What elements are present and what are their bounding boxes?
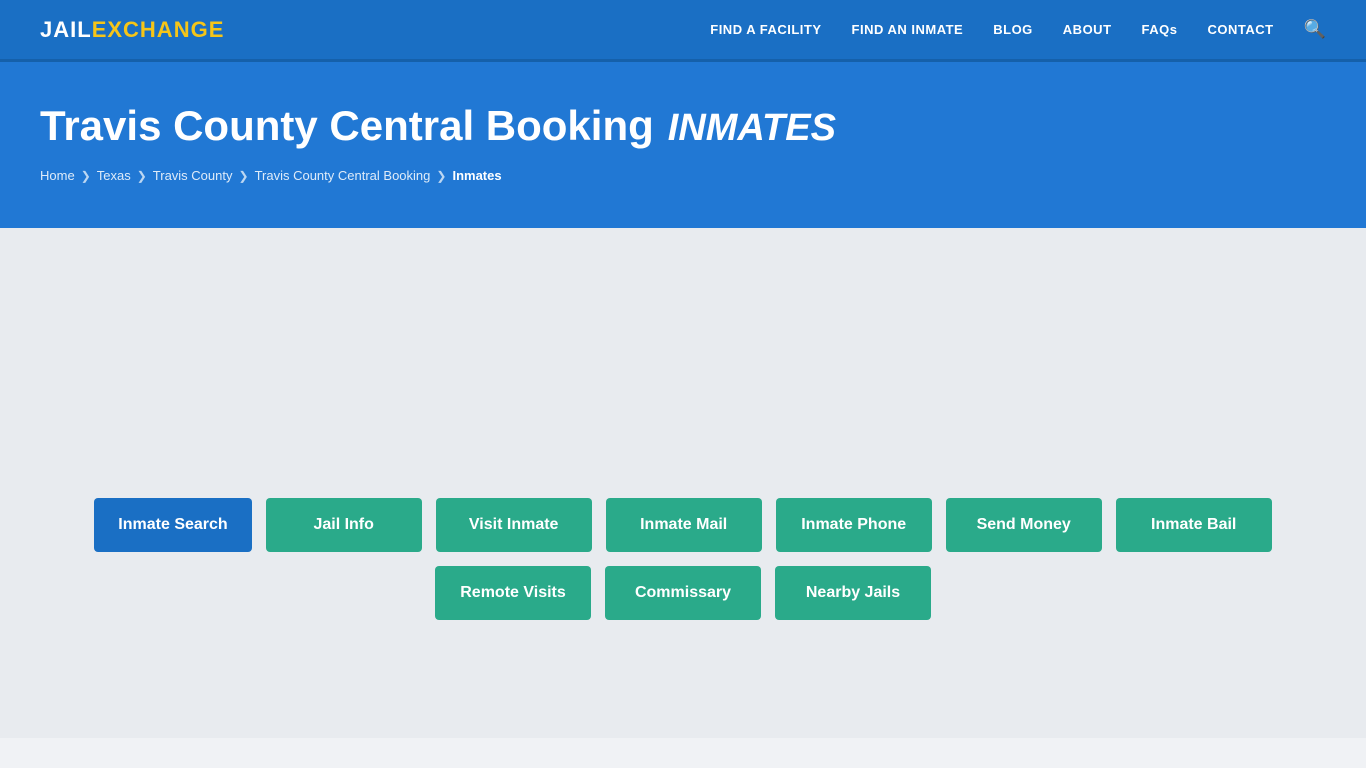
breadcrumb-current: Inmates <box>452 168 501 183</box>
main-content: Inmate Search Jail Info Visit Inmate Inm… <box>0 228 1366 738</box>
tab-inmate-bail[interactable]: Inmate Bail <box>1116 498 1272 552</box>
nav-find-facility[interactable]: FIND A FACILITY <box>710 22 821 37</box>
tab-inmate-mail[interactable]: Inmate Mail <box>606 498 762 552</box>
page-title: Travis County Central Booking INMATES <box>40 102 1326 150</box>
site-header: JAIL EXCHANGE FIND A FACILITY FIND AN IN… <box>0 0 1366 62</box>
breadcrumb-sep-2: ❯ <box>137 169 147 183</box>
page-title-main: Travis County Central Booking <box>40 102 654 150</box>
breadcrumb-sep-4: ❯ <box>436 169 446 183</box>
breadcrumb-travis-county[interactable]: Travis County <box>153 168 233 183</box>
breadcrumb-texas[interactable]: Texas <box>97 168 131 183</box>
search-icon[interactable]: 🔍 <box>1304 19 1326 40</box>
breadcrumb: Home ❯ Texas ❯ Travis County ❯ Travis Co… <box>40 168 1326 183</box>
nav-find-inmate[interactable]: FIND AN INMATE <box>852 22 964 37</box>
tab-commissary[interactable]: Commissary <box>605 566 761 620</box>
site-logo[interactable]: JAIL EXCHANGE <box>40 17 224 43</box>
tab-inmate-search[interactable]: Inmate Search <box>94 498 251 552</box>
nav-contact[interactable]: CONTACT <box>1207 22 1273 37</box>
nav-about[interactable]: ABOUT <box>1063 22 1112 37</box>
logo-jail-text: JAIL <box>40 17 92 43</box>
hero-section: Travis County Central Booking INMATES Ho… <box>0 62 1366 228</box>
page-title-sub: INMATES <box>668 107 836 150</box>
tabs-row-1: Inmate Search Jail Info Visit Inmate Inm… <box>94 498 1271 552</box>
tab-nearby-jails[interactable]: Nearby Jails <box>775 566 931 620</box>
main-nav: FIND A FACILITY FIND AN INMATE BLOG ABOU… <box>710 19 1326 40</box>
breadcrumb-sep-3: ❯ <box>239 169 249 183</box>
tab-visit-inmate[interactable]: Visit Inmate <box>436 498 592 552</box>
tab-inmate-phone[interactable]: Inmate Phone <box>776 498 932 552</box>
logo-exchange-text: EXCHANGE <box>92 17 225 43</box>
tabs-container: Inmate Search Jail Info Visit Inmate Inm… <box>40 498 1326 620</box>
tab-send-money[interactable]: Send Money <box>946 498 1102 552</box>
breadcrumb-sep-1: ❯ <box>81 169 91 183</box>
nav-faqs[interactable]: FAQs <box>1142 22 1178 37</box>
nav-blog[interactable]: BLOG <box>993 22 1033 37</box>
breadcrumb-facility[interactable]: Travis County Central Booking <box>255 168 431 183</box>
tab-jail-info[interactable]: Jail Info <box>266 498 422 552</box>
tab-remote-visits[interactable]: Remote Visits <box>435 566 591 620</box>
breadcrumb-home[interactable]: Home <box>40 168 75 183</box>
tabs-row-2: Remote Visits Commissary Nearby Jails <box>435 566 931 620</box>
